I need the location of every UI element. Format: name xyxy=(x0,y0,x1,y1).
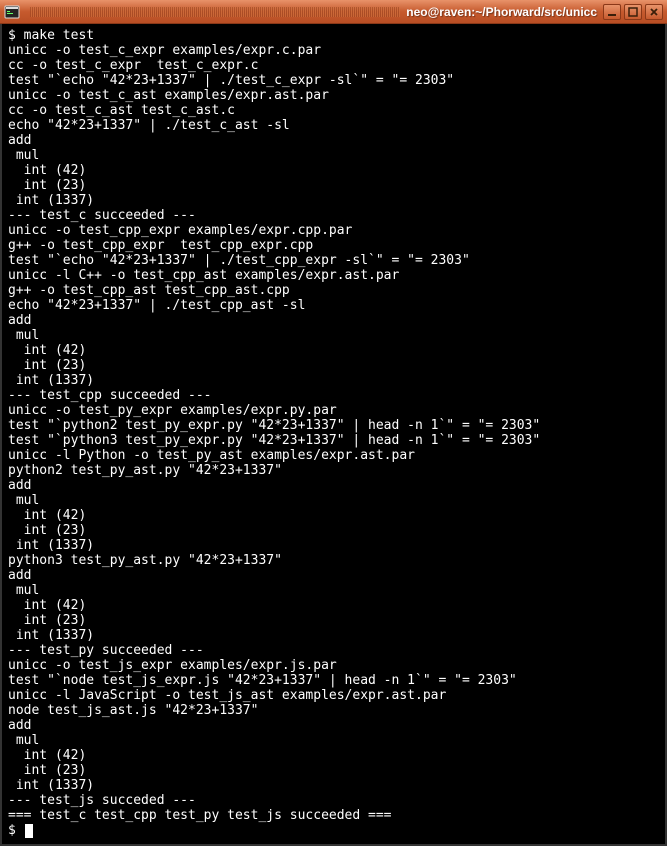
window-titlebar[interactable]: neo@raven:~/Phorward/src/unicc xyxy=(0,0,667,24)
terminal-output: $ make test unicc -o test_c_expr example… xyxy=(8,28,659,838)
shell-prompt: $ xyxy=(8,28,24,43)
cursor-icon xyxy=(25,824,33,838)
titlebar-texture xyxy=(30,7,400,17)
shell-prompt-2: $ xyxy=(8,823,24,838)
window-title: neo@raven:~/Phorward/src/unicc xyxy=(406,5,597,19)
command-output: unicc -o test_c_expr examples/expr.c.par… xyxy=(8,43,659,823)
minimize-button[interactable] xyxy=(603,4,621,20)
window-app-icon xyxy=(4,4,20,20)
terminal-area[interactable]: $ make test unicc -o test_c_expr example… xyxy=(0,24,667,846)
terminal-window: neo@raven:~/Phorward/src/unicc $ make te… xyxy=(0,0,667,846)
typed-command: make test xyxy=(24,28,94,43)
close-button[interactable] xyxy=(645,4,663,20)
window-controls xyxy=(603,4,663,20)
maximize-button[interactable] xyxy=(624,4,642,20)
